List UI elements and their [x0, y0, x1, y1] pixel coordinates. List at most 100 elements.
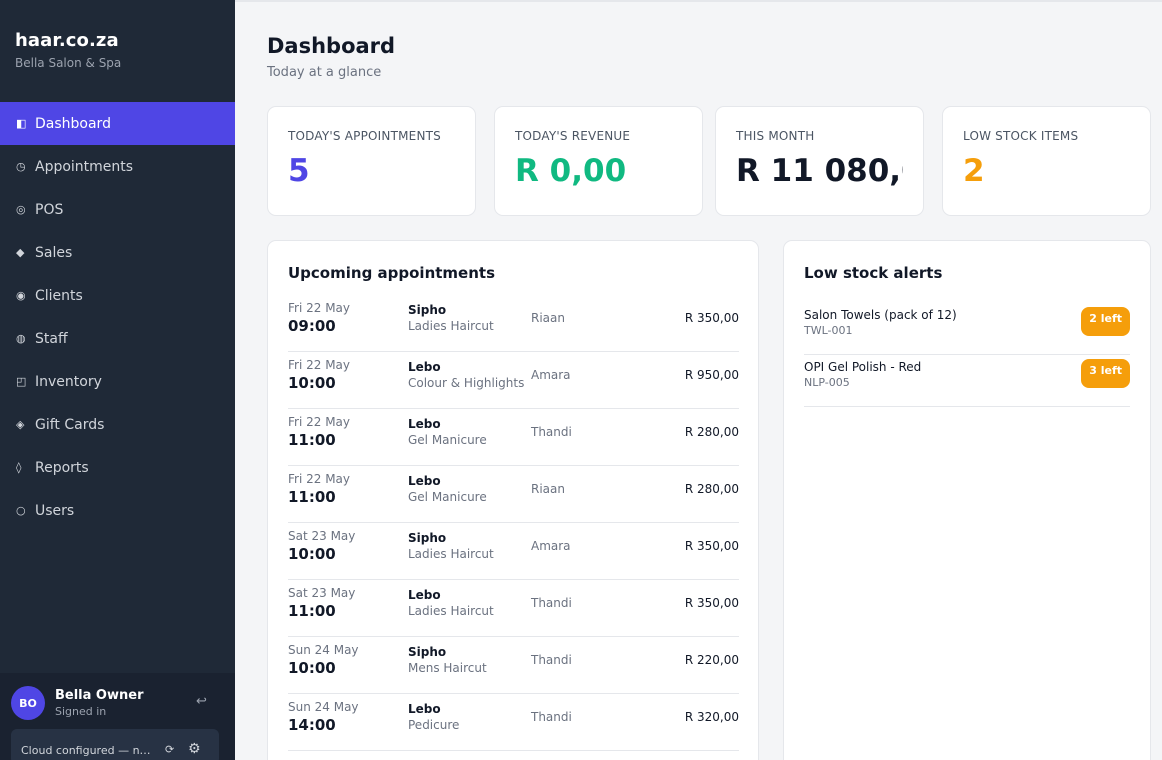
appointment-service: Ladies Haircut	[408, 319, 494, 333]
stat-label: TODAY'S REVENUE	[515, 129, 631, 143]
reports-icon: ◊	[16, 461, 22, 474]
stat-label: TODAY'S APPOINTMENTS	[288, 129, 441, 143]
appointment-client: Lebo	[408, 702, 441, 716]
appointment-date: Fri 22 May	[288, 301, 351, 315]
stock-left-badge: 2 left	[1081, 307, 1130, 336]
panel-title: Low stock alerts	[804, 264, 943, 282]
sidebar-item-label: Users	[35, 502, 75, 519]
sync-icon[interactable]: ⟳	[165, 743, 174, 756]
panel-title: Upcoming appointments	[288, 264, 495, 282]
appointment-row[interactable]: Fri 22 May 11:00 Lebo Gel Manicure Thandi R 2…	[288, 409, 739, 466]
appointment-service: Colour & Highlights	[408, 376, 525, 390]
appointment-date: Fri 22 May	[288, 358, 351, 372]
stock-left-badge: 3 left	[1081, 359, 1130, 388]
appointment-client: Lebo	[408, 588, 441, 602]
sidebar-item-gift-cards[interactable]: ◈ Gift Cards	[0, 403, 235, 446]
sidebar-item-label: Sales	[35, 244, 73, 261]
sidebar-item-label: Inventory	[35, 373, 102, 390]
sidebar-item-label: Appointments	[35, 158, 134, 175]
appointment-row[interactable]: Sun 24 May 10:00 Sipho Mens Haircut Thandi R …	[288, 637, 739, 694]
sidebar-nav: ◧ Dashboard ◷ Appointments ◎ POS ◆ Sales ◉ Client…	[0, 102, 235, 532]
sidebar-item-staff[interactable]: ◍ Staff	[0, 317, 235, 360]
sidebar-item-label: Reports	[35, 459, 89, 476]
sidebar-item-appointments[interactable]: ◷ Appointments	[0, 145, 235, 188]
appointment-date: Sat 23 May	[288, 586, 356, 600]
sidebar-item-pos[interactable]: ◎ POS	[0, 188, 235, 231]
sign-out-icon[interactable]: ↩	[196, 694, 207, 709]
stock-item-sku: TWL-001	[804, 324, 853, 337]
appointment-row[interactable]: Sun 24 May 14:00 Lebo Pedicure Thandi R 320,0…	[288, 694, 739, 751]
brand: haar.co.za Bella Salon & Spa	[15, 30, 121, 70]
user-block: BO Bella Owner Signed in ↩ Cloud configu…	[0, 673, 235, 760]
sidebar-item-sales[interactable]: ◆ Sales	[0, 231, 235, 274]
settings-icon[interactable]: ⚙	[188, 741, 201, 757]
clock-icon: ◷	[16, 160, 26, 173]
user-status: Signed in	[55, 705, 107, 718]
stat-label: LOW STOCK ITEMS	[963, 129, 1079, 143]
gift-card-icon: ◈	[16, 418, 25, 431]
appointment-time: 09:00	[288, 317, 336, 335]
appointment-row[interactable]: Fri 22 May 11:00 Lebo Gel Manicure Riaan R 28…	[288, 466, 739, 523]
appointment-staff: Thandi	[531, 596, 572, 610]
stat-value: R 0,00	[515, 153, 627, 189]
stock-alert-row[interactable]: Salon Towels (pack of 12) TWL-001 2 left	[804, 303, 1130, 355]
sidebar-item-clients[interactable]: ◉ Clients	[0, 274, 235, 317]
appointment-price: R 280,00	[684, 425, 739, 439]
stat-card-low-stock: LOW STOCK ITEMS 2	[942, 106, 1151, 216]
appointment-row[interactable]: Fri 22 May 09:00 Sipho Ladies Haircut Riaan R…	[288, 295, 739, 352]
inventory-icon: ◰	[16, 375, 27, 388]
appointment-staff: Amara	[531, 368, 571, 382]
stat-card-appointments: TODAY'S APPOINTMENTS 5	[267, 106, 476, 216]
appointment-service: Pedicure	[408, 718, 460, 732]
stock-item-name: OPI Gel Polish - Red	[804, 360, 922, 374]
appointment-client: Lebo	[408, 474, 441, 488]
appointment-date: Fri 22 May	[288, 472, 351, 486]
appointment-date: Sun 24 May	[288, 700, 359, 714]
appointment-price: R 350,00	[684, 311, 739, 325]
page-title: Dashboard	[267, 34, 396, 58]
appointment-staff: Riaan	[531, 311, 565, 325]
appointment-service: Ladies Haircut	[408, 604, 494, 618]
appointment-staff: Amara	[531, 539, 571, 553]
low-stock-panel: Low stock alerts Salon Towels (pack of 1…	[783, 240, 1151, 760]
sidebar-item-inventory[interactable]: ◰ Inventory	[0, 360, 235, 403]
appointment-client: Lebo	[408, 417, 441, 431]
appointment-staff: Thandi	[531, 653, 572, 667]
users-icon: ○	[16, 504, 26, 517]
appointment-client: Lebo	[408, 360, 441, 374]
stat-card-revenue: TODAY'S REVENUE R 0,00	[494, 106, 703, 216]
appointment-staff: Riaan	[531, 482, 565, 496]
clients-icon: ◉	[16, 289, 26, 302]
sidebar-item-dashboard[interactable]: ◧ Dashboard	[0, 102, 235, 145]
sidebar-item-label: Clients	[35, 287, 83, 304]
appointment-row[interactable]: Sat 23 May 11:00 Lebo Ladies Haircut Thandi R…	[288, 580, 739, 637]
pos-icon: ◎	[16, 203, 26, 216]
appointment-row[interactable]: Fri 22 May 10:00 Lebo Colour & Highlights Am…	[288, 352, 739, 409]
sidebar-item-label: Staff	[35, 330, 68, 347]
top-divider	[235, 0, 1162, 2]
sidebar-item-label: POS	[35, 201, 64, 218]
appointment-price: R 350,00	[684, 539, 739, 553]
brand-subtitle: Bella Salon & Spa	[15, 56, 122, 70]
appointment-time: 11:00	[288, 431, 336, 449]
appointment-price: R 280,00	[684, 482, 739, 496]
appointment-service: Gel Manicure	[408, 490, 487, 504]
appointment-price: R 320,00	[684, 710, 739, 724]
stock-item-name: Salon Towels (pack of 12)	[804, 308, 957, 322]
sidebar-item-users[interactable]: ○ Users	[0, 489, 235, 532]
sidebar-item-reports[interactable]: ◊ Reports	[0, 446, 235, 489]
avatar[interactable]: BO	[11, 686, 45, 720]
sidebar-item-label: Gift Cards	[35, 416, 105, 433]
appointment-time: 10:00	[288, 374, 336, 392]
appointment-client: Sipho	[408, 645, 447, 659]
appointment-staff: Thandi	[531, 710, 572, 724]
appointment-time: 11:00	[288, 602, 336, 620]
appointment-time: 10:00	[288, 659, 336, 677]
appointment-row[interactable]: Sat 23 May 10:00 Sipho Ladies Haircut Amara R…	[288, 523, 739, 580]
appointment-time: 11:00	[288, 488, 336, 506]
stock-alert-row[interactable]: OPI Gel Polish - Red NLP-005 3 left	[804, 355, 1130, 407]
user-name: Bella Owner	[55, 688, 144, 703]
appointment-time: 14:00	[288, 716, 336, 734]
appointment-client: Sipho	[408, 303, 447, 317]
appointment-service: Ladies Haircut	[408, 547, 494, 561]
